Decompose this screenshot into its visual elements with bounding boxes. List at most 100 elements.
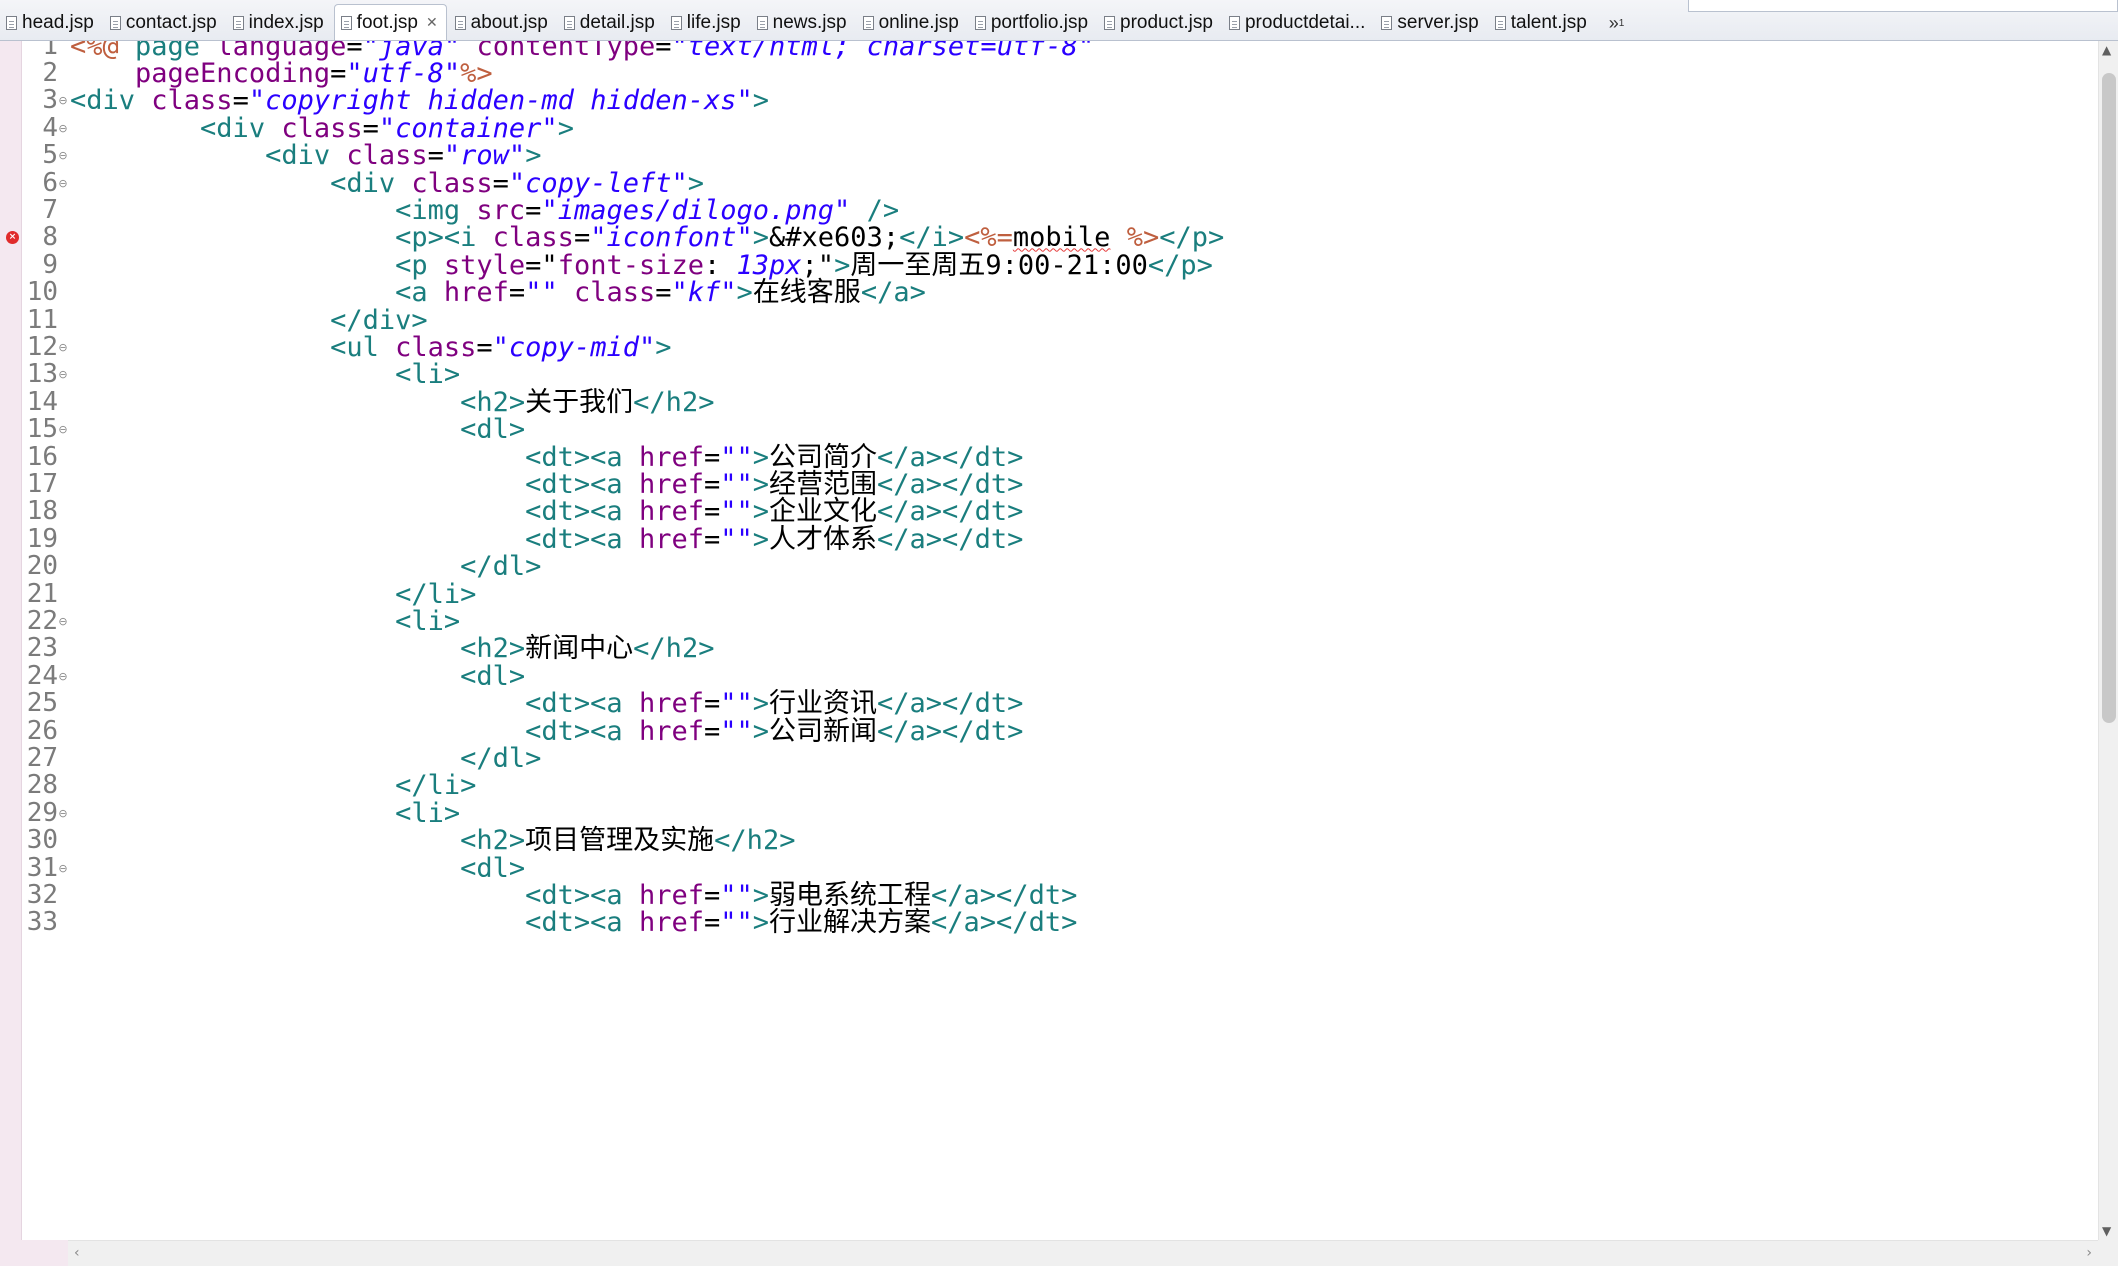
code-token: class: [573, 277, 656, 309]
code-line[interactable]: <dt><a href="">行业解决方案</a></dt>: [70, 904, 1077, 941]
line-number-gutter: 1 2 3 ⊖ 4 ⊖ 5 ⊖ 6 ⊖ 7 8 9 10 11 12 ⊖ 13 ⊖ 14 15 ⊖ 16 17 18 19 20 21…: [22, 41, 68, 1240]
vertical-scrollbar[interactable]: ▲ ▼: [2098, 41, 2118, 1240]
code-token: "": [525, 277, 558, 309]
scroll-up-icon[interactable]: ▲: [2102, 43, 2111, 57]
tab-index-jsp[interactable]: index.jsp: [227, 6, 332, 40]
jsp-file-icon: [109, 16, 121, 30]
code-token: =: [476, 331, 493, 363]
jsp-file-icon: [670, 16, 682, 30]
code-token: <dt><a: [525, 715, 639, 747]
fold-toggle-icon[interactable]: ⊖: [58, 795, 68, 832]
horizontal-scrollbar[interactable]: ‹ ›: [68, 1240, 2098, 1266]
code-token: =: [703, 715, 721, 747]
fold-toggle-icon[interactable]: ⊖: [58, 165, 68, 202]
tab-server-jsp[interactable]: server.jsp: [1375, 6, 1486, 40]
jsp-file-icon: [1381, 16, 1393, 30]
tabbar-spacer: [1688, 0, 2118, 12]
tab-label: life.jsp: [686, 12, 741, 33]
tab-detail-jsp[interactable]: detail.jsp: [558, 6, 663, 40]
code-token: </h2>: [633, 386, 715, 418]
code-token: href: [638, 523, 704, 555]
tab-label: server.jsp: [1397, 12, 1479, 33]
fold-toggle-icon[interactable]: ⊖: [58, 356, 68, 393]
jsp-file-icon: [974, 16, 986, 30]
code-token: 人才体系: [769, 523, 878, 555]
jsp-file-icon: [1494, 16, 1506, 30]
tab-about-jsp[interactable]: about.jsp: [449, 6, 556, 40]
line-number: 33: [26, 907, 58, 938]
code-token: "": [720, 715, 753, 747]
fold-toggle-icon[interactable]: ⊖: [58, 603, 68, 640]
tab-online-jsp[interactable]: online.jsp: [857, 6, 967, 40]
code-token: href: [638, 715, 704, 747]
code-token: <dt><a: [525, 907, 639, 939]
tab-label: online.jsp: [878, 12, 959, 33]
tab-product-jsp[interactable]: product.jsp: [1098, 6, 1221, 40]
tab-label: head.jsp: [22, 12, 94, 33]
tab-overflow-button[interactable]: » 1: [1597, 6, 1637, 40]
fold-toggle-icon[interactable]: ⊖: [58, 411, 68, 448]
tab-label: talent.jsp: [1510, 12, 1587, 33]
vertical-scroll-thumb[interactable]: [2102, 73, 2116, 723]
jsp-file-icon: [232, 16, 244, 30]
code-token: 关于我们: [525, 386, 634, 418]
code-token: =: [703, 907, 721, 939]
code-token: contentType: [476, 41, 656, 62]
fold-toggle-icon[interactable]: ⊖: [58, 658, 68, 695]
tab-head-jsp[interactable]: head.jsp: [0, 6, 102, 40]
tab-label: news.jsp: [772, 12, 847, 33]
overflow-chevron-icon: »: [1608, 12, 1619, 33]
code-editor[interactable]: × 1 2 3 ⊖ 4 ⊖ 5 ⊖ 6 ⊖ 7 8 9 10 11 12 ⊖ 13 ⊖ 14 15 ⊖ 16 17 18 19 20…: [0, 41, 2118, 1240]
code-token: =: [655, 41, 672, 62]
tab-portfolio-jsp[interactable]: portfolio.jsp: [969, 6, 1096, 40]
tab-contact-jsp[interactable]: contact.jsp: [104, 6, 225, 40]
scroll-right-icon[interactable]: ›: [2086, 1245, 2092, 1261]
code-token: =: [655, 277, 672, 309]
overflow-count: 1: [1618, 17, 1625, 29]
tab-close-icon[interactable]: ✕: [426, 14, 438, 31]
code-token: </a>: [860, 277, 926, 309]
scroll-down-icon[interactable]: ▼: [2102, 1224, 2111, 1238]
scrollbar-corner: [2098, 1240, 2118, 1266]
fold-toggle-icon[interactable]: ⊖: [58, 850, 68, 887]
jsp-file-icon: [454, 16, 466, 30]
code-token: 行业解决方案: [769, 907, 932, 939]
code-token: "copy-mid": [492, 331, 656, 363]
error-marker-icon[interactable]: ×: [6, 231, 19, 245]
tab-list: head.jsp contact.jsp index.jsp foot.jsp ✕ abo…: [0, 0, 1597, 40]
code-token: </h2>: [633, 633, 715, 665]
tab-news-jsp[interactable]: news.jsp: [751, 6, 855, 40]
jsp-file-icon: [756, 16, 768, 30]
tab-label: product.jsp: [1120, 12, 1213, 33]
code-token: "": [720, 907, 753, 939]
code-token: >: [752, 523, 770, 555]
code-token: "kf": [671, 277, 737, 309]
code-token: <dt><a: [525, 523, 639, 555]
tab-label: contact.jsp: [125, 12, 217, 33]
code-token: >: [736, 277, 753, 309]
tab-talent-jsp[interactable]: talent.jsp: [1489, 6, 1595, 40]
editor-tab-bar: head.jsp contact.jsp index.jsp foot.jsp ✕ abo…: [0, 0, 2118, 41]
code-token: </a></dt>: [877, 715, 1024, 747]
code-token: </h2>: [714, 825, 796, 857]
jsp-file-icon: [563, 16, 575, 30]
code-token: 项目管理及实施: [525, 825, 715, 857]
code-area[interactable]: <%@ page language="java" contentType="te…: [70, 41, 2088, 1240]
scroll-left-icon[interactable]: ‹: [74, 1245, 80, 1261]
tab-productdetai[interactable]: productdetai...: [1223, 6, 1373, 40]
code-token: =: [508, 277, 526, 309]
code-token: 在线客服: [752, 277, 861, 309]
code-token: >: [557, 112, 574, 144]
code-token: "": [720, 523, 753, 555]
code-token: >: [655, 331, 672, 363]
tab-life-jsp[interactable]: life.jsp: [665, 6, 749, 40]
code-token: </p>: [1147, 249, 1213, 281]
tab-label: about.jsp: [470, 12, 548, 33]
tab-label: productdetai...: [1244, 12, 1366, 33]
jsp-file-icon: [1228, 16, 1240, 30]
tab-label: foot.jsp: [356, 11, 418, 33]
jsp-file-icon: [6, 16, 17, 30]
tab-foot-jsp[interactable]: foot.jsp ✕: [333, 4, 447, 40]
tab-label: index.jsp: [248, 12, 324, 33]
